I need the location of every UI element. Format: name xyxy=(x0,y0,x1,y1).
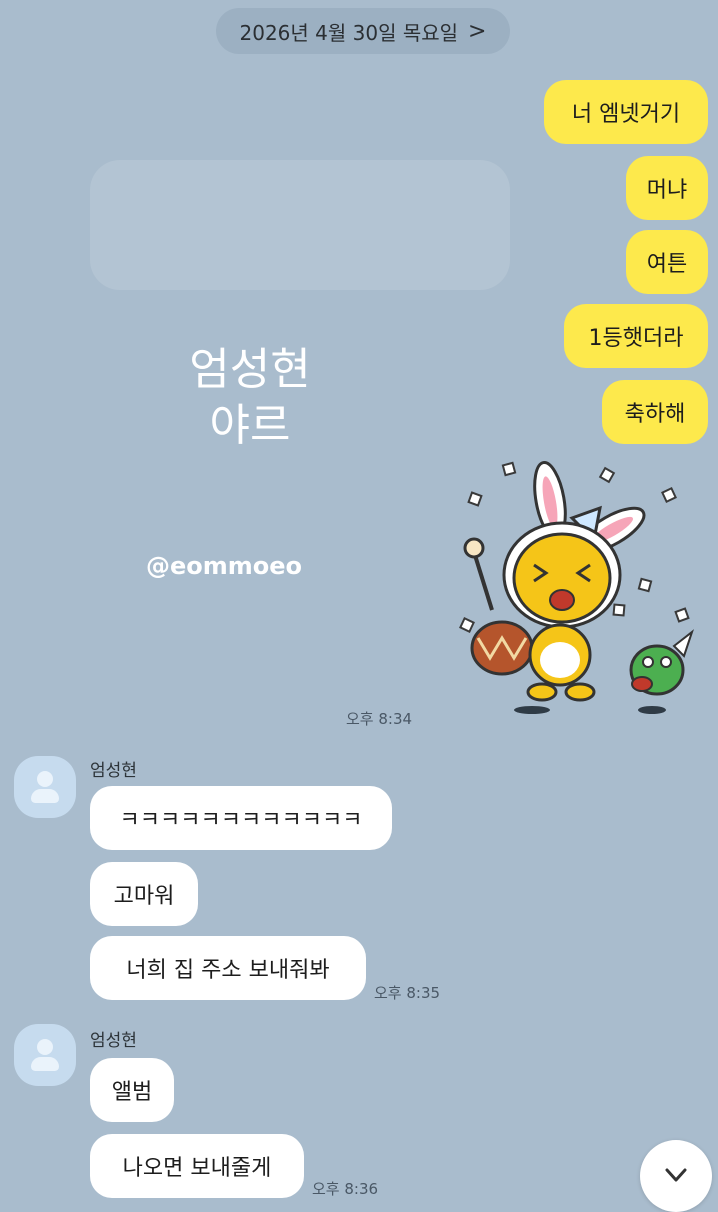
message-text: ㅋㅋㅋㅋㅋㅋㅋㅋㅋㅋㅋㅋ xyxy=(119,808,363,833)
date-label: 2026년 4월 30일 목요일 xyxy=(239,20,459,45)
incoming-bubble[interactable]: 고마워 xyxy=(90,862,198,926)
outgoing-bubble[interactable]: 축하해 xyxy=(602,380,708,444)
message-text: 고마워 xyxy=(113,884,175,909)
overlay-name: 엄성현 야르 xyxy=(150,342,350,454)
message-time: 오후 8:35 xyxy=(374,984,441,1002)
outgoing-bubble[interactable]: 너 엠넷거기 xyxy=(544,80,708,144)
message-text: 여튼 xyxy=(646,252,688,277)
avatar-head-icon xyxy=(37,1039,53,1055)
avatar-body-icon xyxy=(31,1057,59,1071)
chevron-down-icon xyxy=(665,1168,687,1182)
redaction-smudge xyxy=(90,160,510,290)
watermark: @eommoeo xyxy=(146,552,303,580)
overlay-line-2: 야르 xyxy=(209,400,291,451)
sender-name: 엄성현 xyxy=(90,1031,137,1051)
incoming-bubble[interactable]: 앨범 xyxy=(90,1058,174,1122)
message-text: 너희 집 주소 보내줘봐 xyxy=(126,958,330,983)
overlay-line-1: 엄성현 xyxy=(189,344,311,395)
message-time: 오후 8:34 xyxy=(346,710,413,728)
incoming-bubble[interactable]: 너희 집 주소 보내줘봐 xyxy=(90,936,366,1000)
sender-name: 엄성현 xyxy=(90,761,137,781)
avatar[interactable] xyxy=(14,1024,76,1086)
message-text: 나오면 보내줄게 xyxy=(122,1156,272,1181)
bunny-drummer-sticker-icon[interactable] xyxy=(452,460,702,720)
avatar-head-icon xyxy=(37,771,53,787)
chevron-right-icon: > xyxy=(468,18,487,44)
outgoing-bubble[interactable]: 머냐 xyxy=(626,156,708,220)
message-text: 너 엠넷거기 xyxy=(571,102,681,127)
avatar-body-icon xyxy=(31,789,59,803)
message-text: 머냐 xyxy=(646,178,688,203)
message-text: 축하해 xyxy=(624,402,686,427)
outgoing-bubble[interactable]: 1등햇더라 xyxy=(564,304,708,368)
message-text: 앨범 xyxy=(111,1080,153,1105)
message-text: 1등햇더라 xyxy=(588,326,684,351)
date-pill[interactable]: 2026년 4월 30일 목요일 > xyxy=(216,8,510,54)
incoming-bubble[interactable]: ㅋㅋㅋㅋㅋㅋㅋㅋㅋㅋㅋㅋ xyxy=(90,786,392,850)
outgoing-bubble[interactable]: 여튼 xyxy=(626,230,708,294)
incoming-bubble[interactable]: 나오면 보내줄게 xyxy=(90,1134,304,1198)
message-time: 오후 8:36 xyxy=(312,1180,379,1198)
scroll-down-button[interactable] xyxy=(640,1140,712,1212)
avatar[interactable] xyxy=(14,756,76,818)
